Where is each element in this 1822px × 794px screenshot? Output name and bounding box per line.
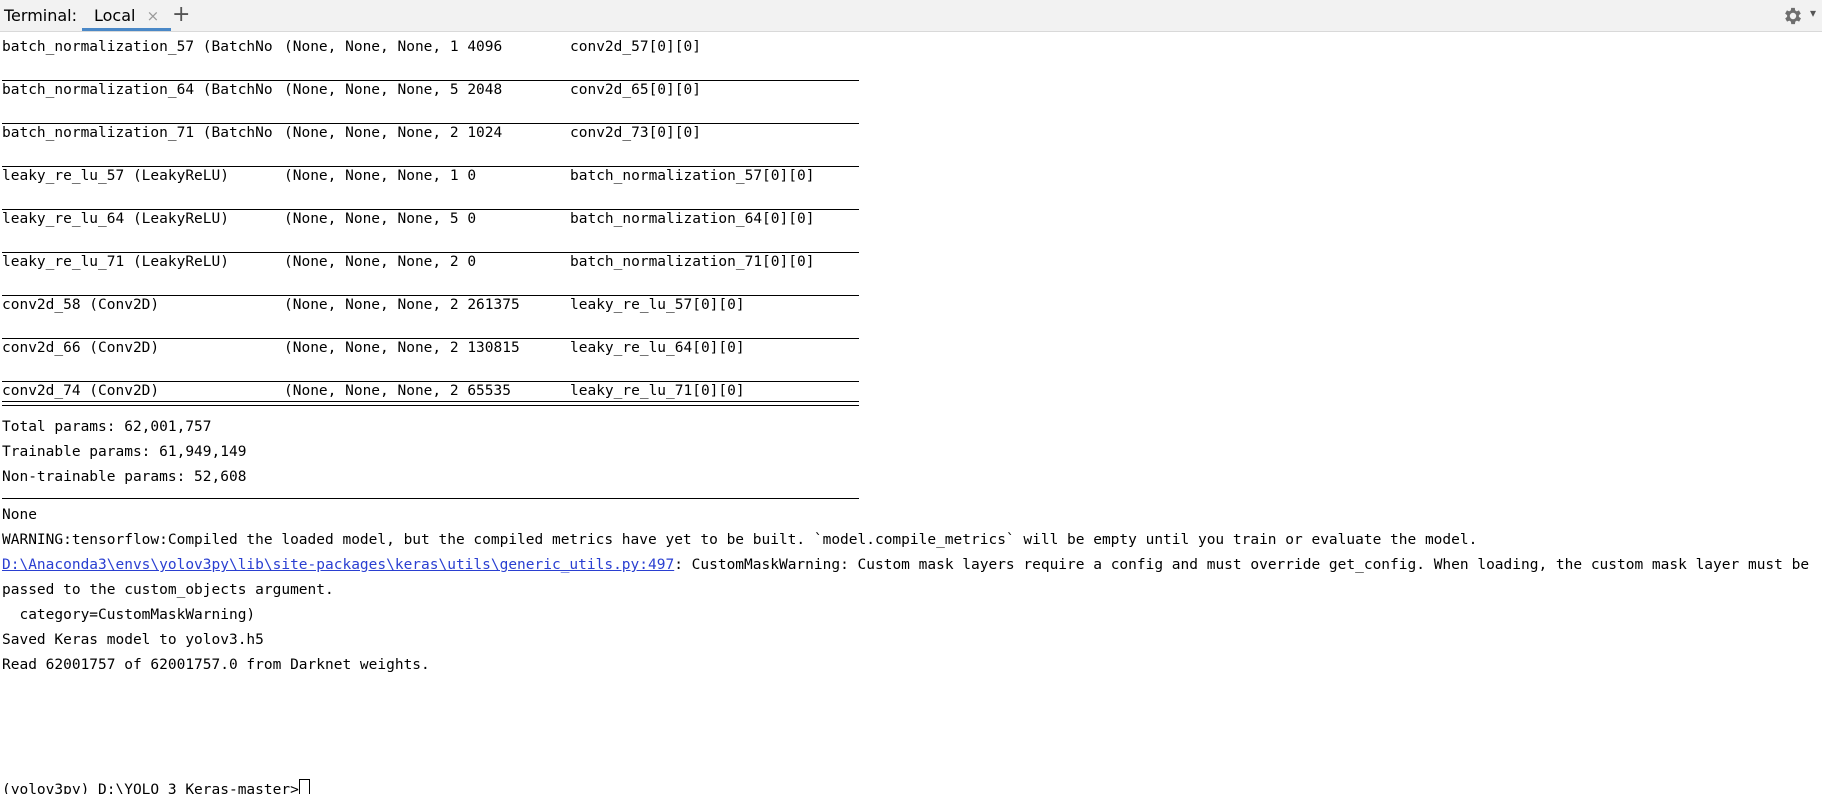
layer-connected: batch_normalization_64[0][0] (570, 211, 815, 227)
read-weights-line: Read 62001757 of 62001757.0 from Darknet… (2, 657, 430, 673)
source-file-link[interactable]: D:\Anaconda3\envs\yolov3py\lib\site-pack… (2, 557, 674, 573)
close-icon[interactable]: × (147, 7, 160, 25)
layer-name: leaky_re_lu_71 (LeakyReLU) (2, 254, 229, 270)
custom-mask-warning-text: : CustomMaskWarning: Custom mask layers … (674, 557, 1810, 573)
layer-name: conv2d_66 (Conv2D) (2, 340, 160, 356)
output-none: None (2, 507, 37, 523)
layer-row: leaky_re_lu_57 (LeakyReLU) (None, None, … (2, 164, 814, 189)
layer-shape: (None, None, None, 5 2048 (284, 82, 503, 98)
layer-shape: (None, None, None, 1 4096 (284, 39, 503, 55)
terminal-label: Terminal: (4, 6, 78, 25)
layer-shape: (None, None, None, 1 0 (284, 168, 477, 184)
layer-row: batch_normalization_64 (BatchNo (None, N… (2, 78, 701, 103)
add-tab-icon[interactable]: + (172, 2, 190, 28)
total-params: Total params: 62,001,757 (2, 419, 212, 435)
layer-name: batch_normalization_71 (BatchNo (2, 125, 273, 141)
layer-shape: (None, None, None, 2 130815 (284, 340, 520, 356)
custom-mask-warning: D:\Anaconda3\envs\yolov3py\lib\site-pack… (2, 553, 1809, 578)
trainable-params: Trainable params: 61,949,149 (2, 444, 247, 460)
layer-shape: (None, None, None, 2 1024 (284, 125, 503, 141)
terminal-tab-bar: Terminal: Local × + ▾ (0, 0, 1822, 32)
custom-mask-warning-cont: passed to the custom_objects argument. (2, 582, 334, 598)
row-separator (2, 498, 859, 499)
layer-connected: batch_normalization_71[0][0] (570, 254, 815, 270)
layer-row: batch_normalization_57 (BatchNo (None, N… (2, 35, 701, 60)
shell-prompt[interactable]: (yolov3py) D:\YOLO_3_Keras-master> (2, 778, 310, 794)
terminal-output[interactable]: batch_normalization_57 (BatchNo (None, N… (0, 32, 1822, 794)
tensorflow-warning: WARNING:tensorflow:Compiled the loaded m… (2, 532, 1478, 548)
saved-model-line: Saved Keras model to yolov3.h5 (2, 632, 264, 648)
layer-name: batch_normalization_57 (BatchNo (2, 39, 273, 55)
layer-shape: (None, None, None, 5 0 (284, 211, 477, 227)
summary-separator (2, 401, 859, 406)
category-line: category=CustomMaskWarning) (2, 607, 256, 623)
layer-connected: leaky_re_lu_57[0][0] (570, 297, 745, 313)
layer-name: leaky_re_lu_57 (LeakyReLU) (2, 168, 229, 184)
layer-connected: leaky_re_lu_64[0][0] (570, 340, 745, 356)
tab-local[interactable]: Local × (82, 0, 172, 31)
layer-connected: conv2d_65[0][0] (570, 82, 701, 98)
gear-icon[interactable] (1782, 5, 1804, 27)
layer-connected: conv2d_73[0][0] (570, 125, 701, 141)
tab-local-label: Local (94, 6, 136, 25)
text-cursor (298, 779, 310, 794)
layer-connected: conv2d_57[0][0] (570, 39, 701, 55)
non-trainable-params: Non-trainable params: 52,608 (2, 469, 247, 485)
layer-name: batch_normalization_64 (BatchNo (2, 82, 273, 98)
prompt-text: (yolov3py) D:\YOLO_3_Keras-master> (2, 782, 299, 794)
chevron-down-icon[interactable]: ▾ (1810, 6, 1816, 20)
layer-row: leaky_re_lu_71 (LeakyReLU) (None, None, … (2, 250, 814, 275)
layer-row: leaky_re_lu_64 (LeakyReLU) (None, None, … (2, 207, 814, 232)
layer-row: conv2d_58 (Conv2D) (None, None, None, 2 … (2, 293, 745, 318)
layer-name: leaky_re_lu_64 (LeakyReLU) (2, 211, 229, 227)
layer-row: conv2d_66 (Conv2D) (None, None, None, 2 … (2, 336, 745, 361)
layer-shape: (None, None, None, 2 0 (284, 254, 477, 270)
layer-shape: (None, None, None, 2 261375 (284, 297, 520, 313)
layer-connected: batch_normalization_57[0][0] (570, 168, 815, 184)
layer-row: batch_normalization_71 (BatchNo (None, N… (2, 121, 701, 146)
layer-name: conv2d_58 (Conv2D) (2, 297, 160, 313)
